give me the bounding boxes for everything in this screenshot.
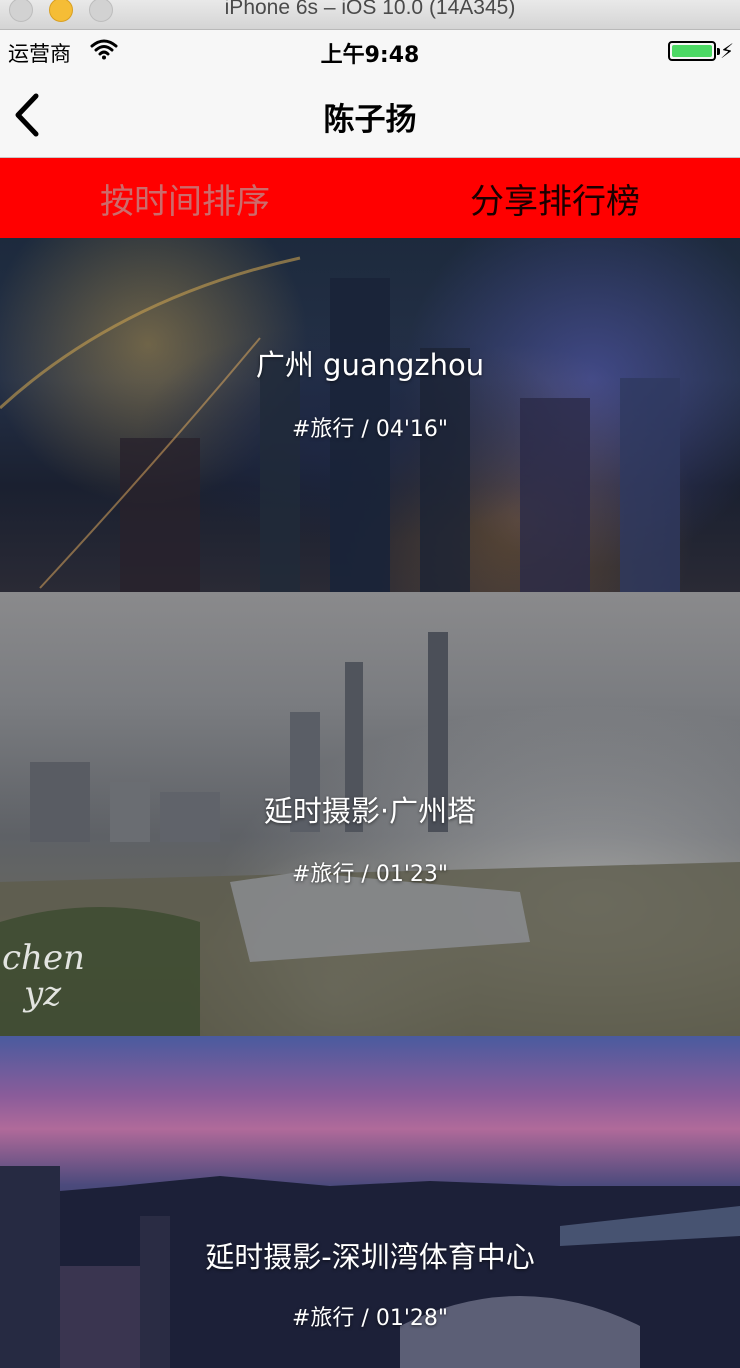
status-time: 上午9:48 xyxy=(320,43,420,68)
page-title: 陈子扬 xyxy=(323,102,417,138)
watermark-line: chen xyxy=(2,938,85,978)
video-meta: #旅行 / 01'28" xyxy=(292,1306,448,1331)
status-bar: 运营商 上午9:48 ⚡︎ xyxy=(0,30,740,70)
simulator-title: iPhone 6s – iOS 10.0 (14A345) xyxy=(224,0,516,19)
tab-sort-by-time[interactable]: 按时间排序 xyxy=(0,158,370,238)
battery-fill xyxy=(672,45,712,57)
watermark-line: yz xyxy=(24,974,62,1014)
sort-tab-bar: 按时间排序 分享排行榜 xyxy=(0,158,740,238)
video-title: 广州 guangzhou xyxy=(255,348,485,382)
tab-share-ranking[interactable]: 分享排行榜 xyxy=(370,158,740,238)
video-card[interactable]: 延时摄影·广州塔 #旅行 / 01'23" chen yz xyxy=(0,592,740,1036)
photographer-watermark: chen yz xyxy=(2,940,85,1012)
video-card[interactable]: 延时摄影-深圳湾体育中心 #旅行 / 01'28" xyxy=(0,1036,740,1368)
video-meta: #旅行 / 04'16" xyxy=(292,417,448,442)
video-meta: #旅行 / 01'23" xyxy=(292,862,448,887)
video-title: 延时摄影·广州塔 xyxy=(263,794,477,828)
charging-icon: ⚡︎ xyxy=(719,39,734,63)
video-card[interactable]: 广州 guangzhou #旅行 / 04'16" xyxy=(0,238,740,592)
video-title: 延时摄影-深圳湾体育中心 xyxy=(205,1240,535,1274)
navigation-bar: 陈子扬 xyxy=(0,70,740,158)
simulator-title-bar: iPhone 6s – iOS 10.0 (14A345) xyxy=(0,0,740,30)
battery-icon xyxy=(668,41,720,61)
